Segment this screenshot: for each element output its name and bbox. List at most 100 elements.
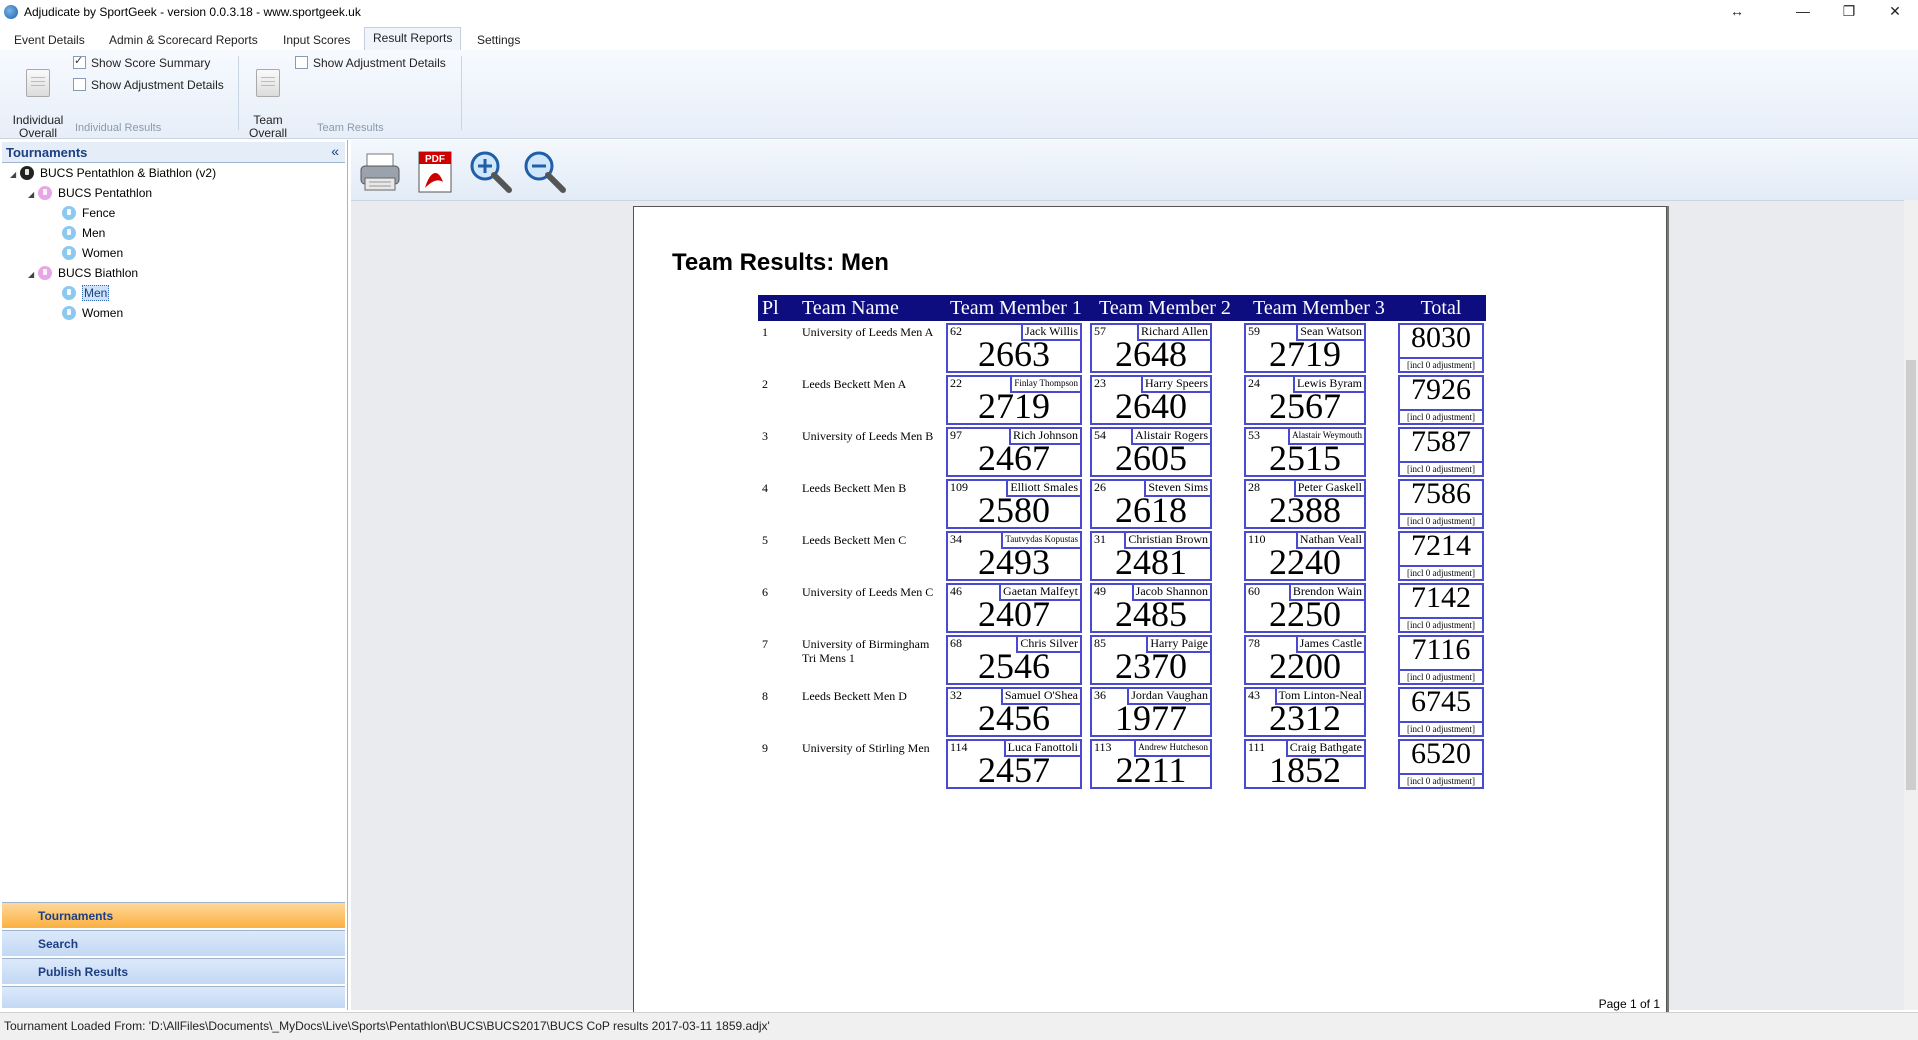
tree-item-pentathlon-women[interactable]: Women [62,244,123,262]
tab-event-details[interactable]: Event Details [6,30,93,50]
member-score-box: 110 Nathan Veall 2240 [1244,531,1366,582]
member-score-box: 32 Samuel O'Shea 2456 [946,687,1082,738]
total-box: 6745 [incl 0 adjustment] [1398,685,1484,737]
total-box: 7926 [incl 0 adjustment] [1398,373,1484,425]
team-show-adjustment-details-checkbox[interactable]: Show Adjustment Details [295,56,446,70]
maximize-button[interactable]: ❐ [1826,0,1872,24]
team-total: 7142 [1411,581,1471,614]
tab-input-scores[interactable]: Input Scores [275,30,358,50]
individual-overall-label: Individual Overall [12,113,64,140]
competitor-score: 2481 [1115,542,1187,582]
nav-search-button[interactable]: Search [2,930,345,956]
report-icon [256,69,280,97]
member-score-box: 97 Rich Johnson 2467 [946,427,1082,478]
report-page: Team Results: Men Pl Team Name Team Memb… [633,206,1667,1018]
member-score-box: 113 Andrew Hutcheson 2211 [1090,739,1212,790]
team-results-table: Pl Team Name Team Member 1 Team Member 2… [758,295,1486,790]
place-cell: 9 [762,741,768,755]
tab-admin-scorecard-reports[interactable]: Admin & Scorecard Reports [101,30,266,50]
team-name-cell: University of Stirling Men [802,741,930,755]
nav-overflow-button[interactable] [2,986,345,1008]
ribbon-panel: Individual Overall Show Score Summary Sh… [0,50,1918,140]
minimize-button[interactable]: — [1780,0,1826,24]
show-score-summary-checkbox[interactable]: Show Score Summary [73,54,210,70]
close-button[interactable]: ✕ [1872,0,1918,24]
zoom-out-icon[interactable] [521,148,569,196]
print-icon[interactable] [357,148,405,196]
show-adjustment-details-checkbox[interactable]: Show Adjustment Details [73,78,224,92]
team-member-cell: 109 Elliott Smales 2580 [944,477,1088,530]
member-score-box: 46 Gaetan Malfeyt 2407 [946,583,1082,634]
competitor-score: 2370 [1115,646,1187,686]
place-cell: 6 [762,585,768,599]
scrollbar-thumb[interactable] [1906,360,1916,790]
member-score-box: 59 Sean Watson 2719 [1244,323,1366,374]
competitor-score: 2640 [1115,386,1187,426]
member-score-box: 36 Jordan Vaughan 1977 [1090,687,1212,738]
tab-result-reports[interactable]: Result Reports [364,27,462,52]
member-score-box: 49 Jacob Shannon 2485 [1090,583,1212,634]
table-row: 5 Leeds Beckett Men C 34 Tautvydas Kopustas… [758,529,1486,582]
tree-item-label-selected: Men [82,285,110,301]
individual-overall-button[interactable]: Individual Overall [8,56,68,140]
vertical-scrollbar[interactable] [1904,200,1918,1010]
resize-icon[interactable]: ↔ [1714,0,1760,24]
team-member-cell: 85 Harry Paige 2370 [1088,633,1242,686]
team-member-cell: 78 James Castle 2200 [1242,633,1396,686]
svg-text:PDF: PDF [425,154,445,165]
member-score-box: 68 Chris Silver 2546 [946,635,1082,686]
table-header-row: Pl Team Name Team Member 1 Team Member 2… [758,295,1486,321]
place-cell: 8 [762,689,768,703]
page-indicator: Page 1 of 1 [1598,997,1660,1011]
nav-tournaments-button[interactable]: Tournaments [2,902,345,928]
tree-item-bucs-biathlon[interactable]: ◢ BUCS Biathlon [28,264,138,282]
tab-settings[interactable]: Settings [469,30,528,50]
member-score-box: 34 Tautvydas Kopustas 2493 [946,531,1082,582]
adjustment-note: [incl 0 adjustment] [1400,773,1482,787]
team-overall-button[interactable]: Team Overall [244,56,292,140]
panel-header: Tournaments « [2,142,345,163]
team-total: 7116 [1411,633,1471,666]
pdf-export-icon[interactable]: PDF [413,148,461,196]
member-score-box: 22 Finlay Thompson 2719 [946,375,1082,426]
expand-toggle-icon[interactable]: ◢ [10,166,20,184]
zoom-in-icon[interactable] [467,148,515,196]
tree-item-biathlon-men[interactable]: Men [62,284,110,302]
header-team-member-1: Team Member 1 [944,295,1088,321]
tree-item-root[interactable]: ◢ BUCS Pentathlon & Biathlon (v2) [10,164,216,182]
expand-toggle-icon[interactable]: ◢ [28,266,38,284]
collapse-panel-icon[interactable]: « [331,143,339,159]
competitor-score: 2485 [1115,594,1187,634]
total-box: 7587 [incl 0 adjustment] [1398,425,1484,477]
place-cell: 1 [762,325,768,339]
team-member-cell: 59 Sean Watson 2719 [1242,321,1396,374]
team-member-cell: 36 Jordan Vaughan 1977 [1088,685,1242,738]
competitor-score: 2240 [1269,542,1341,582]
tree-item-pentathlon-fence[interactable]: Fence [62,204,115,222]
member-score-box: 57 Richard Allen 2648 [1090,323,1212,374]
tree-item-biathlon-women[interactable]: Women [62,304,123,322]
nav-publish-results-button[interactable]: Publish Results [2,958,345,984]
place-cell: 2 [762,377,768,391]
competitor-score: 2567 [1269,386,1341,426]
team-name-cell: Leeds Beckett Men C [802,533,907,547]
checkbox-icon [295,56,308,69]
expand-toggle-icon[interactable]: ◢ [28,186,38,204]
team-member-cell: 34 Tautvydas Kopustas 2493 [944,529,1088,582]
total-cell: 7116 [incl 0 adjustment] [1396,633,1486,685]
adjustment-note: [incl 0 adjustment] [1400,409,1482,423]
team-member-cell: 26 Steven Sims 2618 [1088,477,1242,530]
total-box: 6520 [incl 0 adjustment] [1398,737,1484,789]
viewer-toolbar: PDF [351,140,1918,201]
adjustment-note: [incl 0 adjustment] [1400,461,1482,475]
team-total: 7586 [1411,477,1471,510]
team-member-cell: 43 Tom Linton-Neal 2312 [1242,685,1396,738]
total-box: 7142 [incl 0 adjustment] [1398,581,1484,633]
tree-item-bucs-pentathlon[interactable]: ◢ BUCS Pentathlon [28,184,152,202]
team-member-cell: 46 Gaetan Malfeyt 2407 [944,581,1088,634]
team-member-cell: 54 Alistair Rogers 2605 [1088,425,1242,478]
member-score-box: 114 Luca Fanottoli 2457 [946,739,1082,790]
competitor-score: 2388 [1269,490,1341,530]
tree-item-pentathlon-men[interactable]: Men [62,224,105,242]
member-score-box: 23 Harry Speers 2640 [1090,375,1212,426]
